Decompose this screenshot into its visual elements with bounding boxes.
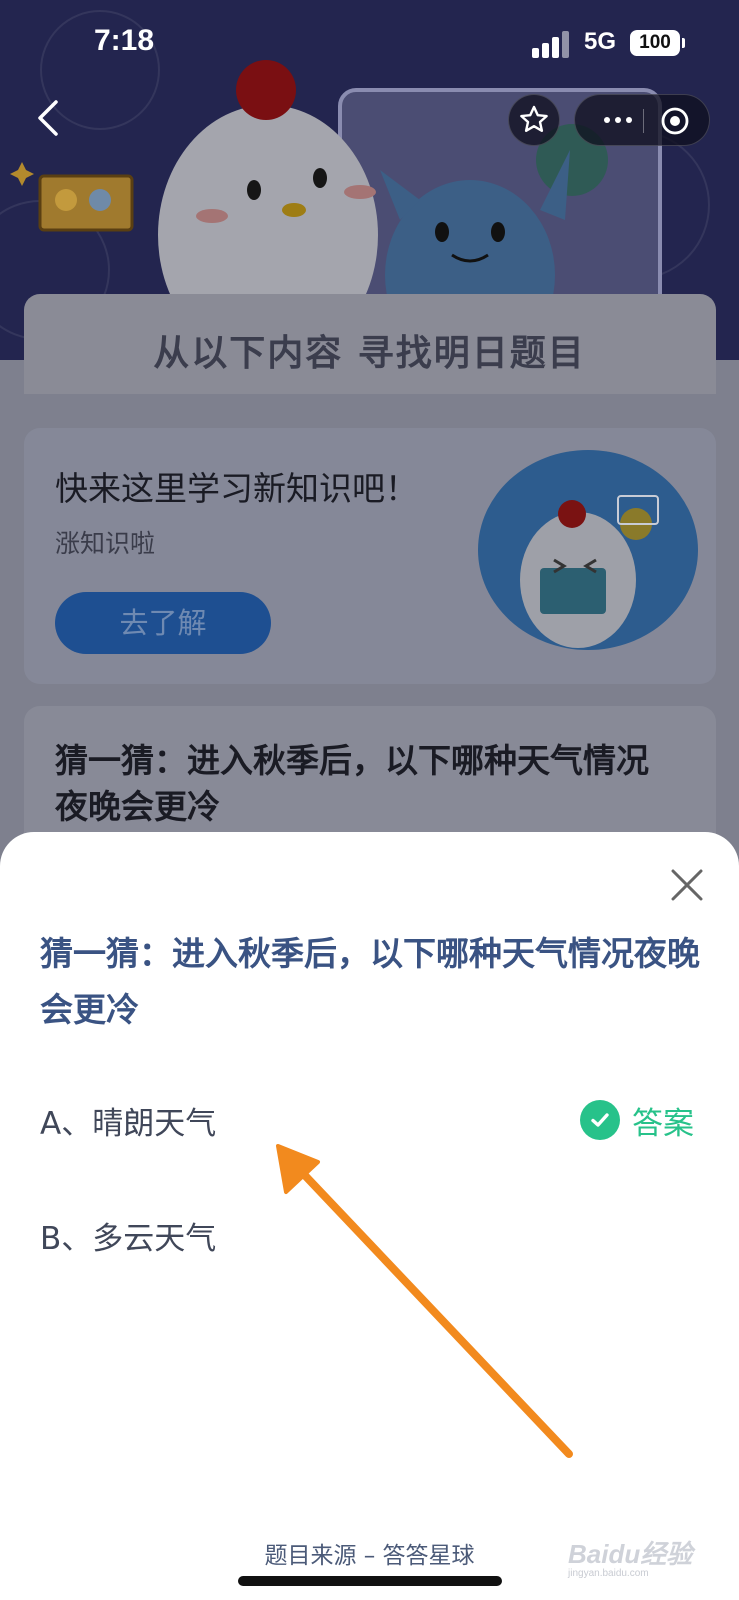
capsule-divider: [643, 109, 644, 133]
mini-program-capsule: [574, 94, 710, 146]
learn-card-subtitle: 涨知识啦: [55, 529, 156, 558]
baidu-watermark: Baidu经验 jingyan.baidu.com: [568, 1518, 728, 1579]
option-a[interactable]: A、晴朗天气: [40, 1098, 216, 1143]
back-button[interactable]: [28, 96, 68, 140]
close-icon: [671, 869, 703, 901]
learn-more-button[interactable]: 去了解: [55, 592, 271, 654]
answer-label: 答案: [632, 1105, 694, 1142]
favorite-button[interactable]: [508, 94, 560, 146]
target-icon: [661, 107, 689, 135]
learn-card-title: 快来这里学习新知识吧！: [55, 469, 418, 508]
network-type: 5G: [584, 28, 617, 55]
more-button[interactable]: [593, 103, 643, 137]
chevron-left-icon: [38, 100, 58, 136]
watermark-url: jingyan.baidu.com: [568, 1568, 649, 1579]
section-title: 从以下内容 寻找明日题目: [153, 333, 586, 374]
more-dots-icon: [604, 117, 632, 123]
question-preview-text: 猜一猜：进入秋季后，以下哪种天气情况夜晚会更冷: [55, 741, 649, 826]
home-indicator: [238, 1576, 502, 1586]
option-b[interactable]: B、多云天气: [40, 1213, 216, 1258]
battery-icon: 100: [630, 30, 680, 56]
close-program-button[interactable]: [655, 103, 695, 139]
watermark-text: Baidu经验: [568, 1539, 693, 1569]
battery-tip: [682, 38, 685, 48]
reading-chicken-illustration: [478, 450, 698, 650]
status-bar: 7:18 5G 100: [0, 0, 739, 90]
signal-icon: [532, 30, 576, 58]
status-time: 7:18: [94, 24, 155, 57]
star-icon: [520, 105, 548, 132]
screen: 7:18 5G 100 从以下内容 寻找明日题目 快来这里学习新知识吧！ 涨知识…: [0, 0, 739, 1600]
answer-badge: 答案: [580, 1098, 694, 1142]
check-icon: [580, 1100, 620, 1140]
close-sheet-button[interactable]: [668, 866, 706, 904]
sheet-question-text: 猜一猜：进入秋季后，以下哪种天气情况夜晚会更冷: [40, 934, 700, 1029]
